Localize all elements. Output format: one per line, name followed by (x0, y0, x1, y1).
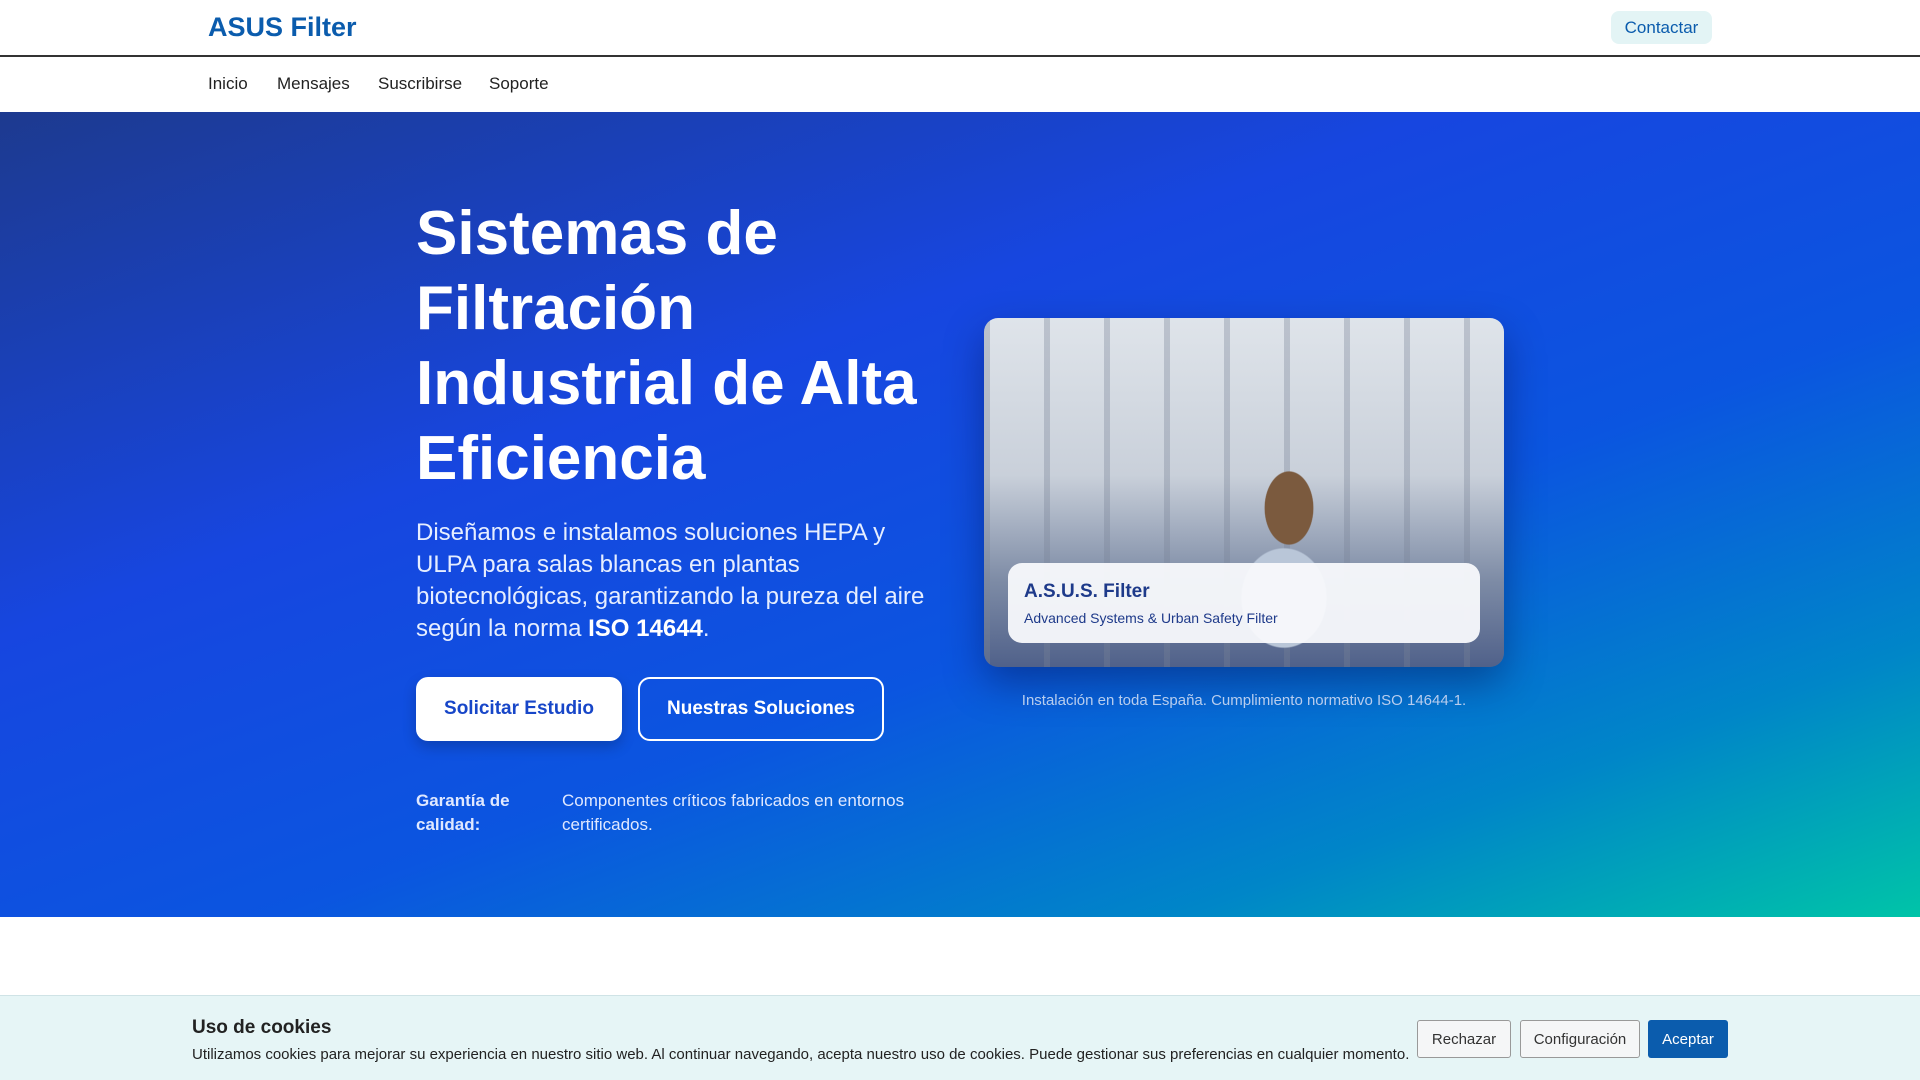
request-study-button[interactable]: Solicitar Estudio (416, 677, 622, 741)
cookie-text: Utilizamos cookies para mejorar su exper… (192, 1046, 1410, 1063)
nav-item-inicio[interactable]: Inicio (208, 74, 248, 94)
main-nav: Inicio Mensajes Suscribirse Soporte (0, 57, 1920, 112)
accept-cookies-button[interactable]: Aceptar (1648, 1020, 1728, 1058)
logo[interactable]: ASUS Filter (208, 12, 357, 43)
card-title: A.S.U.S. Filter (1024, 581, 1150, 602)
nav-item-suscribirse[interactable]: Suscribirse (378, 74, 462, 94)
hero-section: Sistemas de Filtración Industrial de Alt… (0, 112, 1920, 917)
card-subtitle: Advanced Systems & Urban Safety Filter (1024, 610, 1278, 626)
lead-strong: ISO 14644 (588, 615, 703, 642)
nav-item-mensajes[interactable]: Mensajes (277, 74, 350, 94)
cookie-title: Uso de cookies (192, 1017, 332, 1038)
hero-image-card: A.S.U.S. Filter Advanced Systems & Urban… (984, 318, 1504, 667)
nav-item-soporte[interactable]: Soporte (489, 74, 549, 94)
guarantee-value: Componentes críticos fabricados en entor… (562, 791, 905, 834)
guarantee-label: Garantía de calidad: (416, 791, 510, 834)
cookie-banner: Uso de cookies Utilizamos cookies para m… (0, 995, 1920, 1080)
card-caption: Instalación en toda España. Cumplimiento… (1021, 692, 1467, 709)
hero-lead: Diseñamos e instalamos soluciones HEPA y… (416, 517, 936, 645)
reject-cookies-button[interactable]: Rechazar (1417, 1020, 1511, 1058)
our-solutions-button[interactable]: Nuestras Soluciones (638, 677, 884, 741)
hero-title: Sistemas de Filtración Industrial de Alt… (416, 199, 917, 493)
lead-end: . (702, 615, 710, 642)
site-header: ASUS Filter Contactar (0, 0, 1920, 57)
cookie-settings-button[interactable]: Configuración (1520, 1020, 1640, 1058)
contact-button[interactable]: Contactar (1611, 11, 1712, 44)
card-overlay: A.S.U.S. Filter Advanced Systems & Urban… (1008, 563, 1480, 643)
